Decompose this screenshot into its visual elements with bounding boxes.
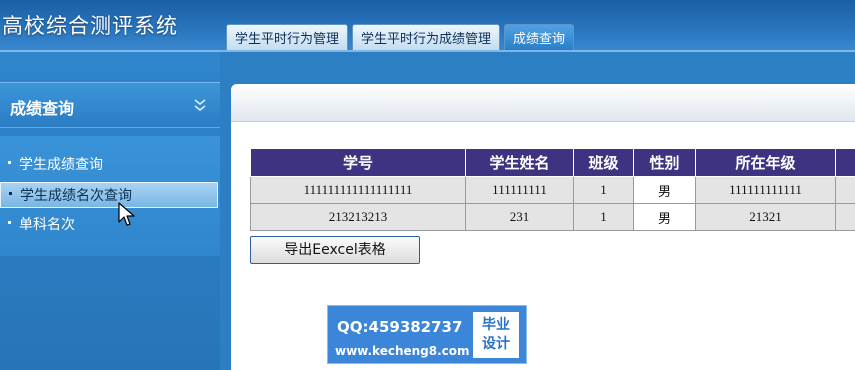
column-header-gender: 性别 [633, 148, 696, 177]
column-header-student-id: 学号 [250, 148, 466, 177]
sidebar-item-label: 学生成绩查询 [19, 157, 103, 173]
sidebar-item-grade-query[interactable]: 学生成绩查询 [0, 152, 218, 178]
cell-grade-year: 21321 [695, 203, 836, 231]
collapse-chevron-icon[interactable] [193, 97, 207, 113]
cell-student-id: 213213213 [250, 203, 466, 231]
nav-tabs: 学生平时行为管理 学生平时行为成绩管理 成绩查询 [226, 24, 578, 52]
cell-gender: 男 [633, 176, 696, 204]
table-row: 111111111111111111 111111111 1 男 1111111… [250, 176, 855, 204]
export-excel-button[interactable]: 导出Eexcel表格 [250, 236, 420, 264]
watermark-badge-line1: 毕业 [482, 317, 510, 333]
watermark-badge: 毕业 设计 [473, 312, 519, 358]
cell-more [835, 176, 855, 204]
sidebar-item-subject-rank[interactable]: 单科名次 [0, 212, 218, 238]
cell-class: 1 [573, 203, 634, 231]
app-header: 高校综合测评系统 学生平时行为管理 学生平时行为成绩管理 成绩查询 [0, 0, 855, 52]
sidebar-item-grade-rank-query[interactable]: 学生成绩名次查询 [0, 182, 218, 208]
tab-behavior-score[interactable]: 学生平时行为成绩管理 [352, 24, 501, 52]
sidebar-item-label: 学生成绩名次查询 [20, 188, 132, 204]
mouse-pointer-icon [118, 202, 135, 226]
column-header-class: 班级 [573, 148, 634, 177]
main-panel: 学号 学生姓名 班级 性别 所在年级 111111111111111111 11… [231, 84, 855, 370]
sidebar: 成绩查询 学生成绩查询 学生成绩名次查询 单科名次 [0, 52, 220, 370]
watermark-badge-line2: 设计 [482, 336, 510, 352]
column-header-grade-year: 所在年级 [695, 148, 836, 177]
cell-student-name: 231 [465, 203, 574, 231]
bullet-icon [9, 191, 12, 195]
watermark-banner: QQ:459382737 www.kecheng8.com 毕业 设计 [327, 305, 527, 364]
sidebar-title: 成绩查询 [10, 99, 75, 118]
bullet-icon [8, 220, 11, 224]
table-header-row: 学号 学生姓名 班级 性别 所在年级 [250, 148, 855, 177]
tab-grade-query[interactable]: 成绩查询 [504, 24, 575, 52]
app-title: 高校综合测评系统 [2, 14, 178, 38]
tab-student-behavior[interactable]: 学生平时行为管理 [226, 24, 349, 52]
bullet-icon [8, 160, 11, 164]
cell-student-name: 111111111 [465, 176, 574, 204]
sidebar-menu: 学生成绩查询 学生成绩名次查询 单科名次 [0, 136, 220, 256]
table-row: 213213213 231 1 男 21321 [250, 203, 855, 231]
watermark-qq: QQ:459382737 [337, 318, 463, 336]
column-header-student-name: 学生姓名 [465, 148, 574, 177]
column-header-more [835, 148, 855, 177]
cell-student-id: 111111111111111111 [250, 176, 466, 204]
cell-gender: 男 [633, 203, 696, 231]
cell-grade-year: 111111111111 [695, 176, 836, 204]
grade-rank-table: 学号 学生姓名 班级 性别 所在年级 111111111111111111 11… [250, 148, 855, 231]
sidebar-header: 成绩查询 [0, 82, 220, 128]
cell-more [835, 203, 855, 231]
sidebar-item-label: 单科名次 [19, 217, 75, 233]
main-toolbar [231, 84, 855, 122]
watermark-url: www.kecheng8.com [335, 344, 470, 358]
cell-class: 1 [573, 176, 634, 204]
